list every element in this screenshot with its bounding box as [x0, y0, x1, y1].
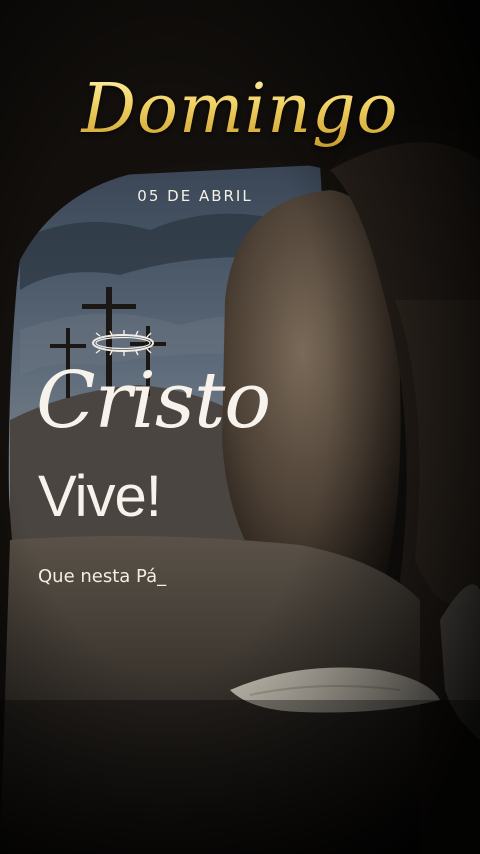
- subtitle-text: Que nesta Pá_: [38, 566, 167, 587]
- crown-of-thorns-icon: [92, 330, 154, 356]
- headline-cristo: Cristo: [36, 356, 271, 446]
- headline-vive: Vive!: [38, 464, 162, 529]
- date-label: 05 DE ABRIL: [137, 187, 253, 205]
- title-domingo: Domingo: [60, 70, 420, 149]
